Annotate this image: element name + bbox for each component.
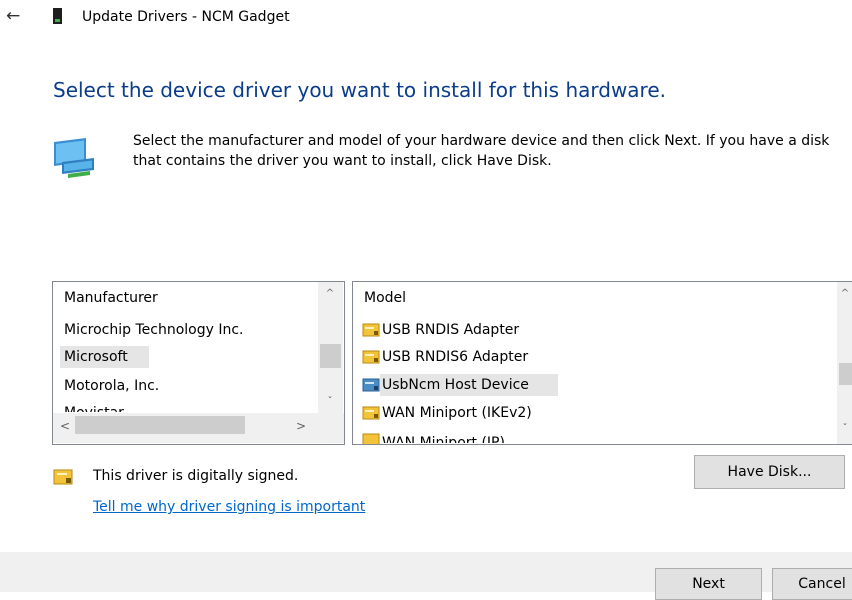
list-item[interactable]: Movistar (64, 400, 124, 412)
page-heading: Select the device driver you want to ins… (53, 78, 666, 102)
have-disk-button[interactable]: Have Disk... (694, 455, 845, 489)
list-item-selected[interactable]: Microsoft (60, 346, 149, 368)
scroll-right-icon[interactable]: > (293, 419, 309, 433)
list-item[interactable]: WAN Miniport (IKEv2) (382, 402, 532, 424)
model-vscrollbar[interactable]: ^ ˇ (837, 282, 852, 444)
list-item[interactable]: Microchip Technology Inc. (64, 319, 244, 341)
list-item[interactable]: USB RNDIS Adapter (382, 319, 519, 341)
back-arrow-icon[interactable]: ← (6, 6, 20, 26)
scroll-thumb[interactable] (75, 416, 245, 434)
list-item[interactable]: Motorola, Inc. (64, 375, 159, 397)
model-list[interactable]: Model USB RNDIS Adapter USB RNDIS6 Adapt… (352, 281, 852, 445)
scroll-down-icon[interactable]: ˇ (837, 422, 852, 436)
driver-icon (362, 323, 380, 337)
driver-icon (362, 406, 380, 420)
window-title: Update Drivers - NCM Gadget (82, 9, 290, 25)
next-button[interactable]: Next (655, 568, 762, 600)
hardware-icon (54, 138, 94, 178)
signed-status-text: This driver is digitally signed. (93, 468, 299, 484)
driver-icon (362, 378, 380, 392)
manufacturer-vscrollbar[interactable]: ^ ˇ (318, 282, 343, 413)
scroll-up-icon[interactable]: ^ (322, 287, 338, 301)
scroll-up-icon[interactable]: ^ (837, 287, 852, 301)
instruction-text: Select the manufacturer and model of you… (133, 133, 830, 169)
list-item-selected[interactable]: UsbNcm Host Device (380, 374, 558, 396)
manufacturer-hscrollbar[interactable]: < > (53, 413, 344, 443)
scroll-thumb[interactable] (320, 344, 341, 368)
list-item[interactable]: USB RNDIS6 Adapter (382, 346, 528, 368)
driver-icon (362, 350, 380, 364)
manufacturer-list[interactable]: Manufacturer Microchip Technology Inc. M… (52, 281, 345, 445)
manufacturer-header: Manufacturer (64, 290, 158, 306)
scroll-down-icon[interactable]: ˇ (322, 395, 338, 409)
driver-signing-link[interactable]: Tell me why driver signing is important (93, 497, 365, 517)
model-header: Model (364, 290, 407, 306)
signed-driver-icon (53, 469, 73, 485)
driver-icon (362, 433, 380, 444)
scroll-thumb[interactable] (839, 363, 852, 385)
list-item[interactable]: WAN Miniport (IP) (382, 430, 505, 443)
cancel-button[interactable]: Cancel (772, 568, 852, 600)
device-icon (53, 8, 62, 24)
scroll-left-icon[interactable]: < (57, 419, 73, 433)
